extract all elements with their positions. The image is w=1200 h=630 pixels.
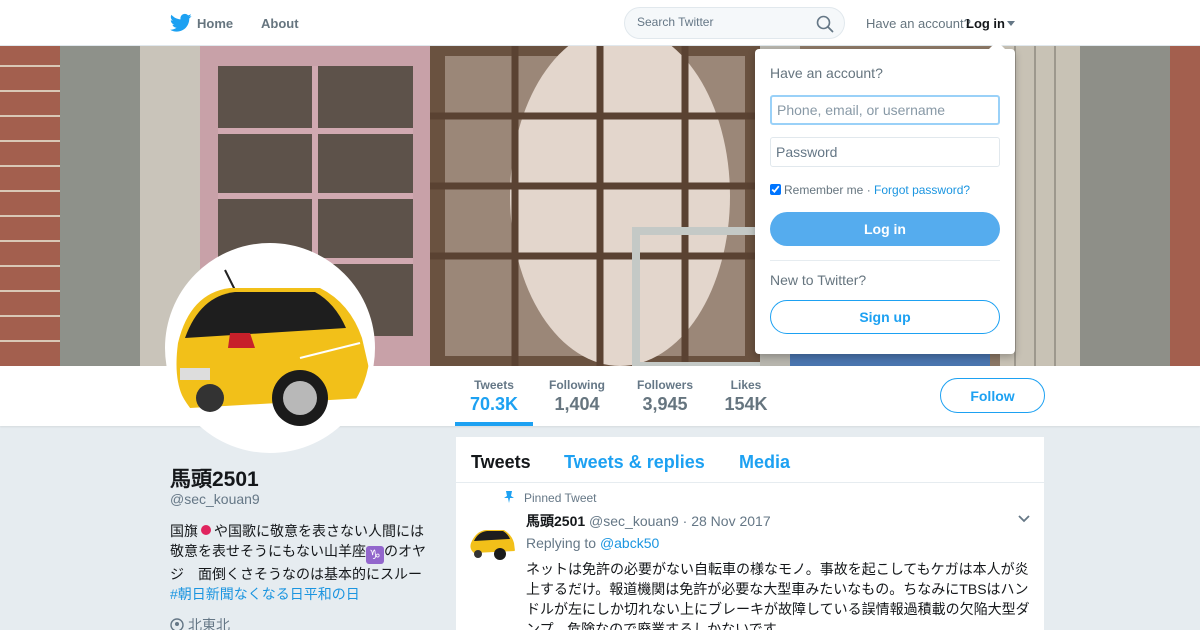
login-menu-label: Log in <box>966 16 1005 31</box>
profile-name[interactable]: 馬頭2501 <box>170 463 259 493</box>
stat-likes[interactable]: Likes 154K <box>724 378 768 415</box>
capricorn-icon: ♑ <box>366 546 384 564</box>
follow-button[interactable]: Follow <box>940 378 1045 413</box>
tweet-text: ネットは免許の必要がない自転車の様なモノ。事故を起こしてもケガは本人が炎上するだ… <box>526 561 1030 630</box>
search-icon[interactable] <box>816 15 834 33</box>
avatar-car-thumb <box>468 519 516 567</box>
pinned-label: Pinned Tweet <box>504 491 597 505</box>
remember-separator: · <box>866 183 871 197</box>
japan-flag-icon <box>201 525 211 535</box>
stat-followers[interactable]: Followers 3,945 <box>636 378 694 415</box>
twitter-bird-icon[interactable] <box>170 13 192 33</box>
replying-to: Replying to @abck50 <box>526 535 659 551</box>
stat-label: Followers <box>636 378 693 392</box>
tweet-author-name[interactable]: 馬頭2501 <box>526 513 585 529</box>
login-button[interactable]: Log in <box>770 212 1000 246</box>
remember-me-checkbox[interactable] <box>770 184 781 195</box>
search-box[interactable] <box>624 7 845 39</box>
reply-handle-link[interactable]: @abck50 <box>600 535 659 551</box>
bio-hashtag-link[interactable]: #朝日新聞なくなる日平和の日 <box>170 586 360 602</box>
pin-icon <box>504 491 514 503</box>
caret-down-icon <box>1007 21 1015 26</box>
nav-about-link[interactable]: About <box>261 16 299 31</box>
tweet-author-handle[interactable]: @sec_kouan9 <box>589 513 679 529</box>
timeline: Tweets Tweets & replies Media Pinned Twe… <box>456 437 1044 630</box>
login-dropdown: Have an account? Remember me · Forgot pa… <box>755 41 1015 354</box>
remember-me-label: Remember me <box>784 183 864 197</box>
remember-me-row: Remember me · Forgot password? <box>770 183 970 197</box>
bio-text: 国旗 <box>170 523 198 539</box>
nav-home-link[interactable]: Home <box>197 16 233 31</box>
profile-avatar[interactable] <box>165 243 375 453</box>
new-to-twitter-label: New to Twitter? <box>770 272 867 288</box>
tweet-author-avatar[interactable] <box>468 519 516 567</box>
top-navigation-bar: Home About Have an account? Log in <box>0 0 1200 46</box>
tweet-header: 馬頭2501 @sec_kouan9 · 28 Nov 2017 <box>526 511 771 531</box>
location-pin-icon <box>170 618 184 630</box>
timeline-tabs: Tweets Tweets & replies Media <box>456 437 1044 483</box>
tab-tweets-replies[interactable]: Tweets & replies <box>564 452 705 473</box>
stat-value: 3,945 <box>642 394 688 414</box>
signup-button[interactable]: Sign up <box>770 300 1000 334</box>
profile-bio: 国旗 や国歌に敬意を表さない人間には敬意を表せそうにもない山羊座 ♑ のオヤジ 面倒く… <box>170 521 432 604</box>
stat-label: Tweets <box>474 378 514 392</box>
stat-label: Following <box>549 378 605 392</box>
login-dropdown-title: Have an account? <box>770 65 883 81</box>
dropdown-divider <box>770 260 1000 261</box>
stat-value: 70.3K <box>470 394 519 414</box>
pinned-text: Pinned Tweet <box>524 491 597 505</box>
chevron-down-icon[interactable] <box>1018 515 1030 523</box>
password-field[interactable] <box>770 137 1000 167</box>
stat-following[interactable]: Following 1,404 <box>548 378 606 415</box>
tweet-date[interactable]: 28 Nov 2017 <box>691 513 770 529</box>
stat-label: Likes <box>730 378 762 392</box>
tab-media[interactable]: Media <box>739 452 790 473</box>
account-prompt: Have an account? <box>866 16 971 31</box>
active-stat-underline <box>455 422 533 426</box>
replying-to-label: Replying to <box>526 535 597 551</box>
stat-tweets[interactable]: Tweets 70.3K <box>470 378 518 415</box>
avatar-car-image <box>170 248 370 448</box>
username-field[interactable] <box>770 95 1000 125</box>
forgot-password-link[interactable]: Forgot password? <box>874 183 970 197</box>
profile-handle[interactable]: @sec_kouan9 <box>170 491 260 507</box>
profile-location: 北東北 <box>170 615 230 630</box>
tweet-separator: · <box>682 513 688 529</box>
login-menu-toggle[interactable]: Log in <box>966 16 1015 31</box>
search-input[interactable] <box>637 15 807 29</box>
stat-value: 154K <box>724 394 768 414</box>
stat-value: 1,404 <box>554 394 600 414</box>
tab-tweets[interactable]: Tweets <box>471 452 531 473</box>
location-text: 北東北 <box>188 617 230 630</box>
